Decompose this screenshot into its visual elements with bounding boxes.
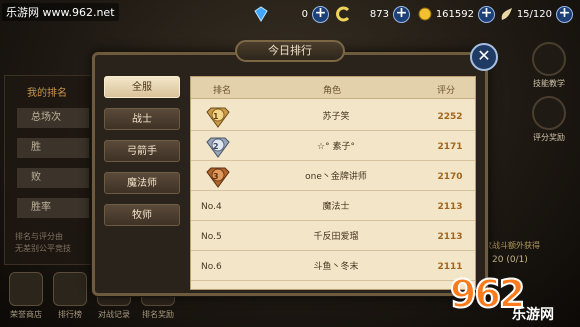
honor-shop-label: 荣誉商店 — [10, 310, 42, 319]
add-coin-c-button[interactable]: + — [393, 5, 410, 23]
table-row[interactable]: 2 ☆° 素子° 2171 — [191, 133, 475, 161]
skill-tutorial-label: 技能教学 — [533, 79, 565, 88]
gold-counter: 161592 + — [416, 4, 495, 24]
ranking-note: 排名与评分由 无差别公平竞技 — [15, 232, 71, 253]
header-role: 角色 — [323, 86, 342, 96]
coin-c-value: 873 — [369, 8, 389, 20]
table-row[interactable]: No.6 斗鱼丶冬末 2111 — [191, 253, 475, 281]
player-score: 2113 — [437, 202, 463, 212]
rank-value: 3 — [213, 172, 219, 181]
add-gold-button[interactable]: + — [478, 5, 495, 23]
table-row[interactable]: 3 one丶金牌讲师 2170 — [191, 163, 475, 191]
class-tabs: 全服 战士 弓箭手 魔法师 牧师 — [104, 76, 180, 236]
skill-tutorial-button[interactable]: 技能教学 — [522, 42, 576, 89]
player-score: 2171 — [437, 142, 463, 152]
header-score: 评分 — [437, 86, 456, 96]
tab-priest[interactable]: 牧师 — [104, 204, 180, 226]
honor-shop-button[interactable]: 荣誉商店 — [6, 272, 46, 324]
my-ranking-panel: 我的排名 总场次 胜 败 胜率 排名与评分由 无差别公平竞技 — [4, 75, 94, 265]
add-gem-button[interactable]: + — [312, 5, 329, 23]
rank-value: No.4 — [201, 202, 222, 212]
tab-archer[interactable]: 弓箭手 — [104, 140, 180, 162]
rank-value: No.6 — [201, 262, 222, 272]
battle-record-label: 对战记录 — [98, 310, 130, 319]
stat-winrate: 胜率 — [17, 198, 89, 218]
player-score: 2113 — [437, 232, 463, 242]
player-name: 千反田爱瑠 — [313, 232, 359, 242]
stat-win: 胜 — [17, 138, 89, 158]
coin-c-counter: 873 + — [335, 4, 410, 24]
gem-counter: 0 + — [252, 4, 329, 24]
leaderboard-label: 排行榜 — [58, 310, 82, 319]
gold-coin-icon — [418, 7, 432, 21]
stat-loss: 败 — [17, 168, 89, 188]
rank-value: 2 — [213, 142, 219, 151]
table-header: 排名 角色 评分 — [191, 77, 475, 99]
tab-warrior[interactable]: 战士 — [104, 108, 180, 130]
watermark-text: 乐游网 www.962.net — [2, 3, 119, 21]
player-score: 2170 — [437, 172, 463, 182]
leaderboard-button[interactable]: 排行榜 — [50, 272, 90, 324]
gem-value: 0 — [301, 8, 308, 20]
c-coin-icon — [336, 6, 350, 22]
rank-value: 1 — [213, 112, 219, 121]
ranking-table[interactable]: 排名 角色 评分 1 苏子笑 2252 2 ☆° 素子° 2171 3 one丶… — [190, 76, 476, 290]
player-name: 魔法士 — [322, 202, 350, 212]
score-reward-icon — [532, 96, 566, 130]
player-score: 2252 — [437, 112, 463, 122]
gold-value: 161592 — [435, 8, 474, 20]
rank-reward-label: 排名奖励 — [142, 310, 174, 319]
watermark-logo-text: 乐游网 — [512, 307, 554, 323]
table-row[interactable]: 1 苏子笑 2252 — [191, 103, 475, 131]
add-stamina-button[interactable]: + — [556, 5, 573, 23]
extra-reward-value: 20 (0/1) — [492, 255, 528, 265]
stamina-counter: 15/120 + — [498, 4, 573, 24]
score-reward-label: 评分奖励 — [533, 133, 565, 142]
stamina-value: 15/120 — [516, 8, 552, 20]
player-name: 苏子笑 — [322, 112, 350, 122]
tab-all-server[interactable]: 全服 — [104, 76, 180, 98]
stamina-icon — [501, 8, 512, 20]
score-reward-button[interactable]: 评分奖励 — [522, 96, 576, 143]
table-row[interactable]: No.4 魔法士 2113 — [191, 193, 475, 221]
tab-mage[interactable]: 魔法师 — [104, 172, 180, 194]
gem-icon — [254, 6, 268, 22]
my-ranking-title: 我的排名 — [27, 88, 67, 99]
player-name: one丶金牌讲师 — [305, 172, 367, 182]
dialog-title: 今日排行 — [235, 40, 345, 62]
table-row[interactable]: No.5 千反田爱瑠 2113 — [191, 223, 475, 251]
trophy-icon — [53, 272, 87, 306]
shop-icon — [9, 272, 43, 306]
stat-total: 总场次 — [17, 108, 89, 128]
watermark-logo: 962 乐游网 — [449, 271, 578, 326]
extra-reward-note: 次战斗额外获得 — [484, 241, 540, 250]
skill-tutorial-icon — [532, 42, 566, 76]
rank-value: No.5 — [201, 232, 222, 242]
close-button[interactable]: ✕ — [470, 43, 498, 71]
player-name: 斗鱼丶冬末 — [313, 262, 359, 272]
header-rank: 排名 — [213, 86, 232, 96]
player-name: ☆° 素子° — [317, 142, 355, 152]
